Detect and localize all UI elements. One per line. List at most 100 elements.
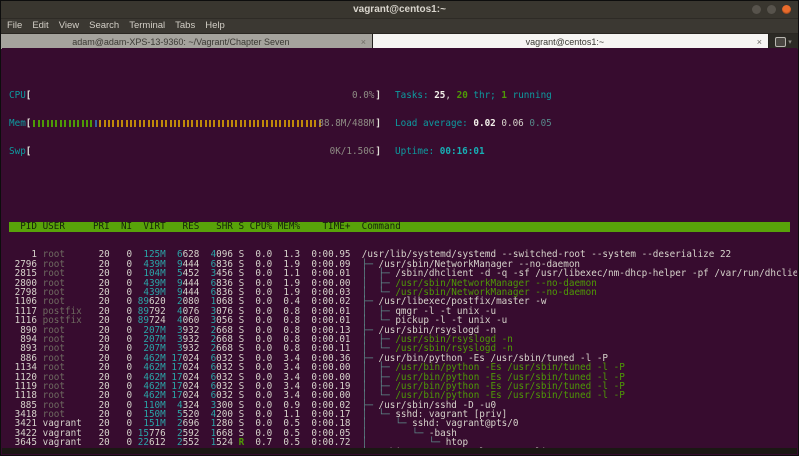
meter-tick (235, 119, 238, 127)
meter-tick (244, 119, 247, 127)
meter-tick (90, 119, 93, 127)
meter-tick (314, 119, 317, 127)
htop-screen: CPU[0.0%] Mem[88.8M/488M] Swp[0K/1.50G] … (2, 48, 797, 450)
meter-tick (138, 119, 141, 127)
mem-meter-label: Mem (9, 117, 26, 129)
mem-meter-value: 88.8M/488M (318, 117, 375, 129)
meter-tick (209, 119, 212, 127)
meter-tick (305, 119, 308, 127)
tab-vagrant-centos1[interactable]: vagrant@centos1:~ × (373, 34, 769, 49)
uptime-line: Uptime: 00:16:01 (395, 146, 485, 158)
meter-tick (191, 119, 194, 127)
meter-tick (274, 119, 277, 127)
meter-tick (301, 119, 304, 127)
load-average-line: Load average: 0.02 0.06 0.05 (395, 117, 552, 129)
meter-tick (37, 119, 40, 127)
swap-meter-label: Swp (9, 146, 26, 158)
meter-tick (108, 119, 111, 127)
menu-item-tabs[interactable]: Tabs (175, 19, 195, 33)
chevron-down-icon: ▾ (788, 38, 792, 46)
swap-meter: Swp[0K/1.50G] (9, 146, 381, 158)
meter-tick (130, 119, 132, 127)
meter-tick (151, 119, 154, 127)
maximize-button[interactable] (767, 5, 776, 14)
menu-item-edit[interactable]: Edit (32, 19, 48, 33)
menu-item-view[interactable]: View (59, 19, 79, 33)
close-button[interactable] (782, 5, 791, 14)
meter-tick (270, 119, 273, 127)
meter-tick (217, 119, 220, 127)
tab-label: adam@adam-XPS-13-9360: ~/Vagrant/Chapter… (72, 36, 290, 47)
tasks-line: Tasks: 25, 20 thr; 1 running (395, 89, 552, 101)
title-bar: vagrant@centos1:~ (1, 1, 798, 19)
meter-tick (55, 119, 58, 127)
meter-tick (226, 119, 229, 127)
meter-tick (94, 119, 97, 127)
tab-label: vagrant@centos1:~ (525, 36, 605, 47)
mem-meter-bars (33, 119, 321, 127)
mem-meter: Mem[88.8M/488M] (9, 117, 381, 129)
meter-tick (230, 119, 233, 127)
meter-tick (257, 119, 260, 127)
meter-tick (283, 119, 286, 127)
meter-tick (86, 119, 89, 127)
meter-tick (204, 119, 207, 127)
meter-tick (195, 119, 198, 127)
tab-close-icon[interactable]: × (361, 37, 366, 47)
meter-tick (239, 119, 242, 127)
meter-tick (296, 119, 299, 127)
meters: CPU[0.0%] Mem[88.8M/488M] Swp[0K/1.50G] (9, 72, 381, 175)
menu-item-file[interactable]: File (7, 19, 22, 33)
meter-tick (59, 119, 62, 127)
meter-tick (68, 119, 71, 127)
meter-tick (42, 119, 45, 127)
meter-tick (99, 119, 102, 127)
terminal-icon (775, 36, 787, 47)
meter-tick (134, 119, 137, 127)
window-bottom-border (2, 448, 797, 454)
menu-item-terminal[interactable]: Terminal (129, 19, 165, 33)
meter-tick (147, 119, 150, 127)
meter-tick (178, 119, 181, 127)
meter-tick (121, 119, 124, 127)
cpu-meter: CPU[0.0%] (9, 89, 381, 101)
meter-tick (288, 119, 291, 127)
cpu-meter-value: 0.0% (352, 89, 375, 101)
meter-tick (200, 119, 203, 127)
meter-tick (248, 119, 251, 127)
tab-close-icon[interactable]: × (757, 37, 762, 47)
meter-tick (50, 119, 53, 127)
meter-tick (292, 119, 295, 127)
menu-item-help[interactable]: Help (205, 19, 225, 33)
menu-item-search[interactable]: Search (89, 19, 119, 33)
meter-tick (46, 119, 49, 127)
meter-tick (222, 119, 225, 127)
meter-tick (213, 119, 216, 127)
meter-tick (261, 119, 264, 127)
table-header[interactable]: PID USER PRI NI VIRT RES SHR S CPU% MEM%… (9, 222, 790, 232)
process-rows: 1 root 20 0 125M 6628 4096 S 0.0 1.3 0:0… (9, 250, 797, 450)
minimize-button[interactable] (752, 5, 761, 14)
meter-tick (252, 119, 255, 127)
meter-tick (182, 119, 185, 127)
meter-tick (33, 119, 36, 127)
meter-tick (143, 119, 146, 127)
meter-tick (81, 119, 84, 127)
meter-tick (173, 119, 176, 127)
menu-bar: File Edit View Search Terminal Tabs Help (1, 19, 798, 34)
new-terminal-button[interactable]: ▾ (769, 34, 798, 49)
meter-tick (187, 119, 190, 127)
swap-meter-value: 0K/1.50G (329, 146, 375, 158)
tab-adam-xps[interactable]: adam@adam-XPS-13-9360: ~/Vagrant/Chapter… (1, 34, 373, 49)
window-title: vagrant@centos1:~ (353, 4, 446, 15)
terminal-window: vagrant@centos1:~ File Edit View Search Term… (0, 0, 799, 456)
meter-tick (310, 119, 313, 127)
meter-tick (169, 119, 172, 127)
meter-tick (72, 119, 75, 127)
window-controls (752, 5, 791, 14)
stats-panel: Tasks: 25, 20 thr; 1 running Load averag… (395, 72, 552, 175)
meter-tick (64, 119, 67, 127)
meter-tick (266, 119, 269, 127)
meter-tick (165, 119, 168, 127)
cpu-meter-label: CPU (9, 89, 26, 101)
